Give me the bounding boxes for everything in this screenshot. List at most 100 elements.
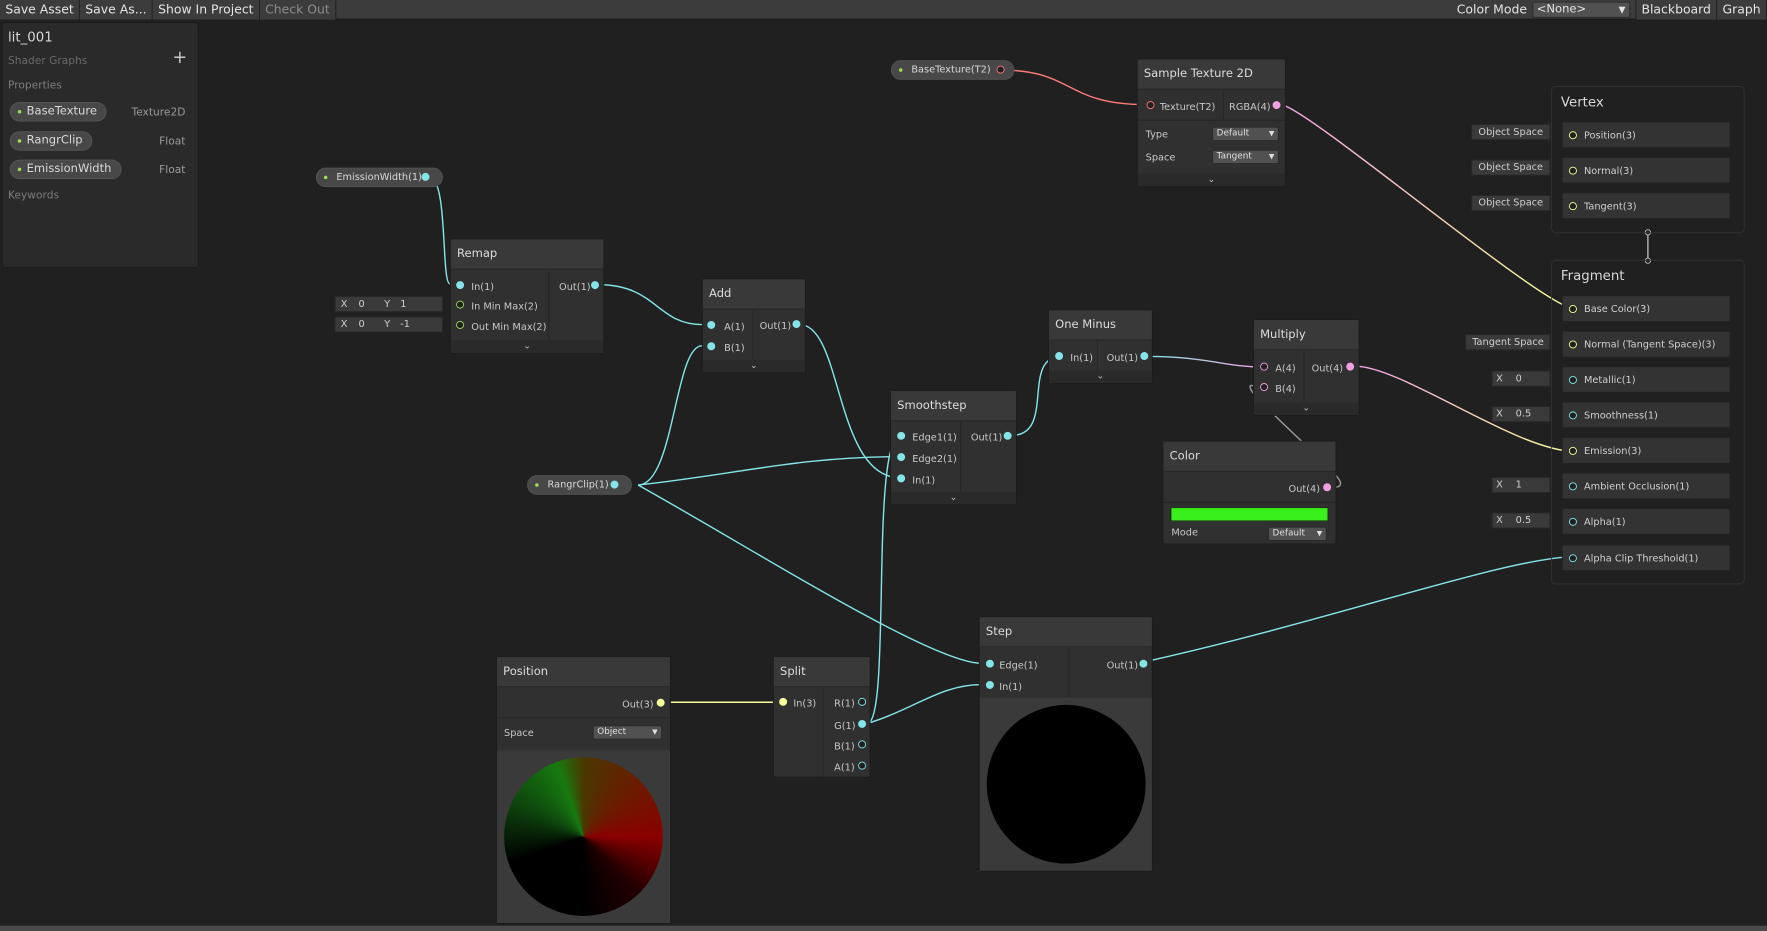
space-dropdown[interactable]: Tangent ▼ xyxy=(1212,149,1279,165)
input-port[interactable] xyxy=(1568,517,1577,526)
chevron-down-icon[interactable]: ⌄ xyxy=(1137,173,1285,187)
sample-texture-2d-node[interactable]: Sample Texture 2D Texture(T2) RGBA(4) Ty… xyxy=(1136,58,1286,188)
chevron-down-icon[interactable]: ⌄ xyxy=(890,492,1017,505)
space-dropdown[interactable]: Object ▼ xyxy=(592,725,663,740)
blackboard-toggle[interactable]: Blackboard xyxy=(1635,0,1718,20)
vertex-tangent-block[interactable]: Tangent(3) xyxy=(1561,192,1731,220)
one-minus-node[interactable]: One Minus In(1) Out(1) ⌄ xyxy=(1048,309,1153,384)
output-port[interactable] xyxy=(1272,101,1281,110)
y-value[interactable]: 1 xyxy=(400,297,406,311)
output-port[interactable] xyxy=(858,761,867,770)
vertex-position-block[interactable]: Position(3) xyxy=(1561,121,1731,149)
input-port[interactable] xyxy=(1568,411,1577,420)
remap-node[interactable]: Remap In(1) In Min Max(2) Out Min Max(2)… xyxy=(449,238,605,354)
horizontal-scrollbar[interactable] xyxy=(0,925,1767,931)
fragment-smoothness-block[interactable]: Smoothness(1) xyxy=(1561,401,1731,429)
input-port[interactable] xyxy=(1568,375,1577,384)
output-port[interactable] xyxy=(996,65,1005,74)
step-node[interactable]: Step Edge(1) In(1) Out(1) xyxy=(978,616,1153,872)
vertex-normal-block[interactable]: Normal(3) xyxy=(1561,156,1731,184)
ambient-occlusion-input-field[interactable]: X1 xyxy=(1491,477,1551,494)
input-port[interactable] xyxy=(1568,131,1577,140)
fragment-basecolor-block[interactable]: Base Color(3) xyxy=(1561,295,1731,322)
fragment-emission-block[interactable]: Emission(3) xyxy=(1561,437,1731,464)
metallic-input-field[interactable]: X0 xyxy=(1491,370,1551,387)
input-port[interactable] xyxy=(1568,305,1577,314)
input-port[interactable] xyxy=(1568,482,1577,491)
show-in-project-button[interactable]: Show In Project xyxy=(152,0,260,20)
output-port[interactable] xyxy=(858,720,867,728)
output-port[interactable] xyxy=(1003,431,1012,440)
chevron-down-icon[interactable]: ⌄ xyxy=(702,360,805,373)
input-port[interactable] xyxy=(897,453,906,462)
x-value[interactable]: 0.5 xyxy=(1516,407,1532,421)
output-port[interactable] xyxy=(610,480,619,489)
input-port[interactable] xyxy=(1568,554,1577,563)
x-value[interactable]: 0 xyxy=(359,317,365,331)
fragment-normal-block[interactable]: Normal (Tangent Space)(3) xyxy=(1561,330,1731,358)
chevron-down-icon[interactable]: ⌄ xyxy=(1048,370,1152,384)
property-pill[interactable]: EmissionWidth xyxy=(9,159,122,180)
input-port[interactable] xyxy=(1146,101,1155,110)
save-asset-button[interactable]: Save Asset xyxy=(0,0,80,20)
multiply-node[interactable]: Multiply A(4) B(4) Out(4) ⌄ xyxy=(1253,319,1360,416)
y-value[interactable]: -1 xyxy=(400,317,410,331)
input-port[interactable] xyxy=(985,680,994,689)
input-port[interactable] xyxy=(897,431,906,440)
output-port[interactable] xyxy=(1323,483,1332,492)
output-port[interactable] xyxy=(1139,659,1148,668)
color-node[interactable]: Color Out(4) Mode Default ▼ xyxy=(1162,440,1337,545)
input-port[interactable] xyxy=(1568,446,1577,455)
input-port[interactable] xyxy=(707,342,716,351)
input-port[interactable] xyxy=(779,697,788,706)
position-node[interactable]: Position Out(3) Space Object ▼ xyxy=(496,656,671,924)
input-port[interactable] xyxy=(1568,166,1577,175)
color-mode-dropdown[interactable]: <None> ▼ xyxy=(1532,1,1630,18)
input-port[interactable] xyxy=(985,659,994,668)
vertex-input-label[interactable]: Object Space xyxy=(1471,195,1551,212)
add-property-button[interactable]: + xyxy=(172,46,187,67)
output-port[interactable] xyxy=(792,320,801,329)
input-port[interactable] xyxy=(707,320,716,329)
vertex-input-label[interactable]: Object Space xyxy=(1471,159,1551,176)
input-port[interactable] xyxy=(1260,362,1269,371)
smoothstep-node[interactable]: Smoothstep Edge1(1) Edge2(1) In(1) Out(1… xyxy=(890,390,1017,506)
output-port[interactable] xyxy=(1140,352,1149,361)
smoothness-input-field[interactable]: X 0.5 xyxy=(1491,406,1551,423)
x-value[interactable]: 0 xyxy=(359,297,365,311)
fragment-ao-block[interactable]: Ambient Occlusion(1) xyxy=(1561,472,1731,500)
graph-canvas[interactable]: Save Asset Save As... Show In Project Ch… xyxy=(0,0,1767,931)
rangrclip-property-node[interactable]: RangrClip(1) xyxy=(527,475,632,495)
check-out-button[interactable]: Check Out xyxy=(259,0,336,20)
input-port[interactable] xyxy=(1568,340,1577,349)
chevron-down-icon[interactable]: ⌄ xyxy=(450,340,604,353)
x-value[interactable]: 0.5 xyxy=(1516,513,1532,527)
property-pill[interactable]: BaseTexture xyxy=(9,101,107,122)
remap-out-min-max-field[interactable]: X 0 Y -1 xyxy=(334,316,443,333)
output-port[interactable] xyxy=(858,697,867,706)
alpha-input-field[interactable]: X 0.5 xyxy=(1491,512,1551,529)
fragment-metallic-block[interactable]: Metallic(1) xyxy=(1561,366,1731,393)
input-port[interactable] xyxy=(456,300,465,309)
emissionwidth-property-node[interactable]: EmissionWidth(1) xyxy=(315,167,443,188)
color-swatch[interactable] xyxy=(1170,507,1329,522)
x-value[interactable]: 0 xyxy=(1516,372,1522,386)
save-as-button[interactable]: Save As... xyxy=(79,0,153,20)
x-value[interactable]: 1 xyxy=(1516,478,1522,492)
mode-dropdown[interactable]: Default ▼ xyxy=(1268,526,1327,541)
input-port[interactable] xyxy=(1260,383,1269,392)
add-node[interactable]: Add A(1) B(1) Out(1) ⌄ xyxy=(701,278,806,374)
output-port[interactable] xyxy=(656,698,665,707)
type-dropdown[interactable]: Default ▼ xyxy=(1212,126,1279,141)
output-port[interactable] xyxy=(591,281,599,290)
remap-in-min-max-field[interactable]: X 0 Y 1 xyxy=(334,296,443,313)
basetexture-property-node[interactable]: BaseTexture(T2) xyxy=(890,60,1015,80)
input-port[interactable] xyxy=(1055,352,1064,361)
fragment-alpha-clip-block[interactable]: Alpha Clip Threshold(1) xyxy=(1561,544,1731,572)
graph-inspector-toggle[interactable]: Graph xyxy=(1717,0,1767,20)
input-port[interactable] xyxy=(1568,202,1577,211)
vertex-input-label[interactable]: Object Space xyxy=(1471,124,1551,141)
fragment-alpha-block[interactable]: Alpha(1) xyxy=(1561,508,1731,535)
input-port[interactable] xyxy=(456,320,465,329)
output-port[interactable] xyxy=(1346,362,1355,371)
